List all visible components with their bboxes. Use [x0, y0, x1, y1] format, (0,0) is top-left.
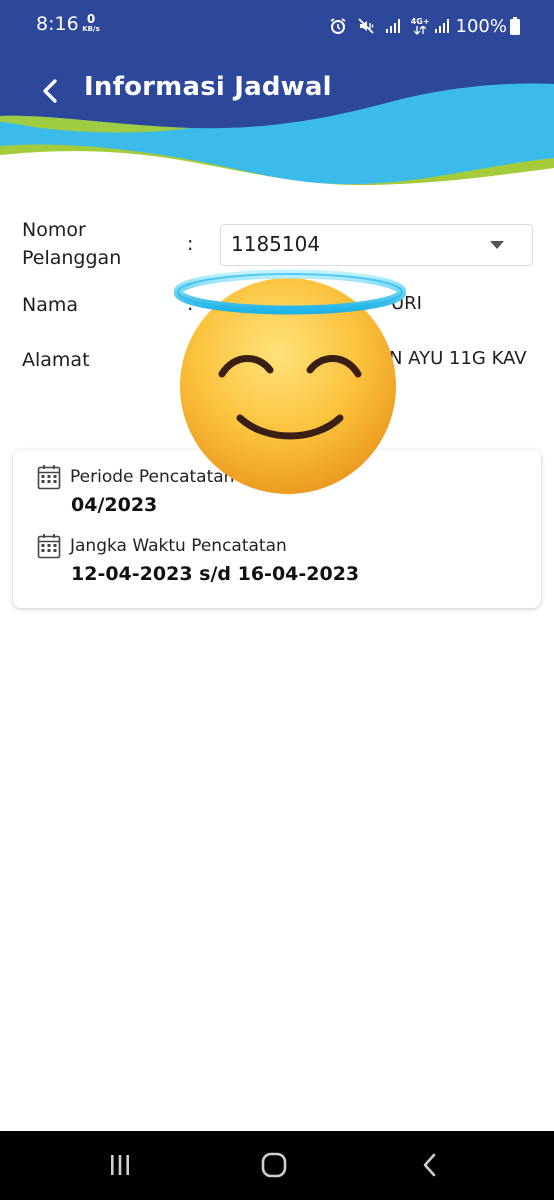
battery-icon	[510, 17, 520, 35]
recording-window-label: Jangka Waktu Pencatatan	[70, 536, 287, 556]
address-label: Alamat	[22, 349, 90, 371]
customer-number-label-line2: Pelanggan	[22, 247, 122, 269]
battery-percentage: 100%	[455, 15, 507, 37]
customer-number-value: 1185104	[231, 232, 321, 256]
alarm-icon	[329, 17, 347, 35]
customer-number-dropdown[interactable]: 1185104	[220, 224, 533, 266]
chevron-left-icon	[43, 79, 57, 103]
page-title: Informasi Jadwal	[84, 72, 332, 102]
home-icon	[261, 1152, 287, 1178]
back-button[interactable]	[34, 74, 64, 108]
recent-apps-button[interactable]	[100, 1147, 140, 1183]
back-icon	[423, 1153, 436, 1177]
system-nav-bar	[0, 1131, 554, 1200]
network-type-icon: 4G+	[410, 16, 430, 35]
network-type-label: 4G+	[410, 16, 430, 26]
calendar-icon	[37, 465, 61, 490]
status-bar: 8:16 0 KB/s 4G+ 100%	[0, 0, 554, 52]
signal-icon	[385, 18, 401, 34]
address-value: N AYU 11G KAV	[389, 348, 527, 369]
status-icons: 4G+ 100%	[319, 15, 520, 37]
mute-vibrate-icon	[357, 17, 375, 35]
smiling-face-with-halo-emoji	[174, 269, 406, 494]
customer-number-label: Nomor Pelanggan	[22, 216, 121, 272]
chevron-down-icon	[490, 241, 504, 249]
system-back-button[interactable]	[410, 1147, 450, 1183]
period-value: 04/2023	[71, 494, 158, 516]
calendar-icon	[37, 534, 61, 559]
recording-window-value: 12-04-2023 s/d 16-04-2023	[71, 563, 360, 585]
home-button[interactable]	[254, 1147, 294, 1183]
name-label: Nama	[22, 294, 79, 316]
network-speed-value: 0	[86, 12, 96, 26]
customer-number-label-line1: Nomor	[22, 219, 86, 241]
separator: :	[187, 233, 194, 255]
network-speed: 0 KB/s	[80, 13, 102, 33]
signal-icon	[434, 18, 450, 34]
network-speed-unit: KB/s	[82, 25, 100, 33]
status-time: 8:16	[36, 13, 79, 35]
recent-apps-icon	[111, 1155, 129, 1175]
